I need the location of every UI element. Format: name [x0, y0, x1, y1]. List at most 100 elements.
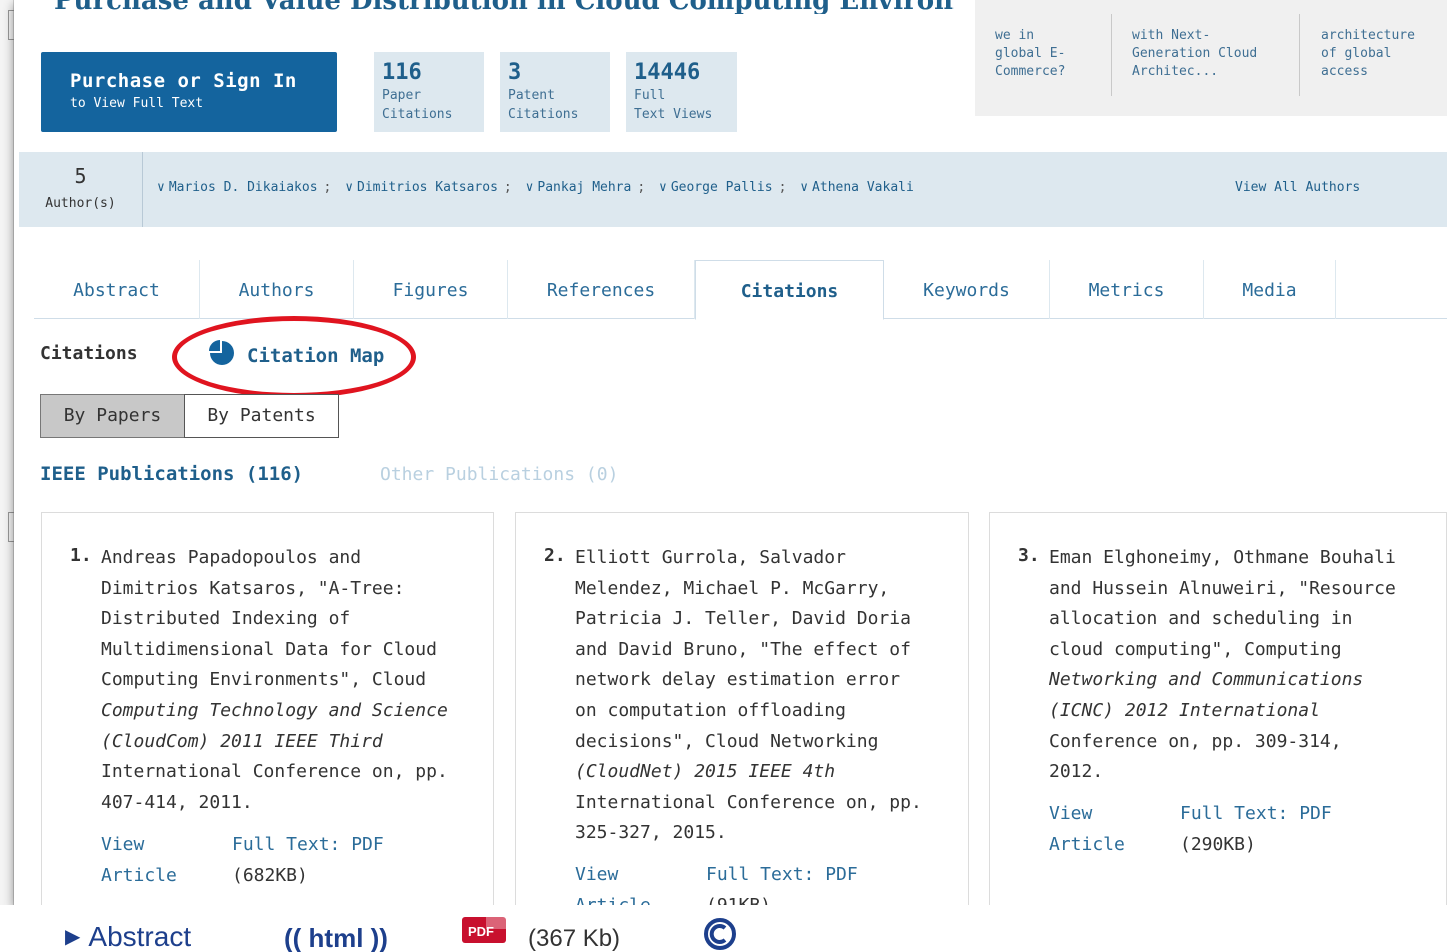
- related-line: global E-: [995, 46, 1066, 61]
- metric-paper-citations[interactable]: 116 Paper Citations: [374, 52, 484, 132]
- citation-line: 2012.: [1049, 761, 1104, 783]
- pdf-size: (290KB): [1180, 833, 1256, 855]
- metric-label: Text Views: [634, 107, 713, 122]
- metric-full-text-views[interactable]: 14446 Full Text Views: [626, 52, 737, 132]
- metric-label: Citations: [382, 107, 453, 122]
- related-line: of global: [1321, 46, 1392, 61]
- full-text-pdf-link[interactable]: Full Text: PDF: [232, 830, 384, 861]
- tab-metrics[interactable]: Metrics: [1050, 260, 1204, 319]
- background-page-strip: ▶ Abstract (( html )) PDF (367 Kb): [0, 905, 1447, 952]
- divider: [1299, 14, 1300, 96]
- author-link[interactable]: Marios D. Dikaiakos: [169, 180, 318, 195]
- metric-patent-citations[interactable]: 3 Patent Citations: [500, 52, 610, 132]
- purchase-button-sublabel: to View Full Text: [70, 96, 204, 111]
- citation-line: Computing Technology and Science: [101, 699, 448, 721]
- citation-line: (CloudCom) 2011 IEEE Third: [101, 730, 383, 752]
- author-list: ∨ Marios D. Dikaiakos; ∨ Dimitrios Katsaro…: [157, 180, 914, 195]
- related-line: with Next-: [1132, 28, 1211, 43]
- view-article-link[interactable]: View Article: [575, 860, 685, 905]
- author-link[interactable]: George Pallis: [671, 180, 773, 195]
- related-line: we in: [995, 28, 1035, 43]
- link-text: Article: [1049, 833, 1125, 855]
- related-line: architecture: [1321, 28, 1415, 43]
- chevron-down-icon: ∨: [345, 180, 354, 195]
- citation-line: International Conference on, pp.: [575, 791, 922, 813]
- related-line: Generation Cloud: [1132, 46, 1258, 61]
- citation-line: Distributed Indexing of: [101, 608, 351, 630]
- authors-bar: 5 Author(s) ∨ Marios D. Dikaiakos; ∨ Dimit…: [19, 152, 1447, 227]
- citation-line: decisions", Cloud Networking: [575, 730, 879, 752]
- citation-line: 407-414, 2011.: [101, 791, 253, 813]
- tab-references[interactable]: References: [508, 260, 695, 319]
- chevron-down-icon: ∨: [800, 180, 809, 195]
- citation-line: Dimitrios Katsaros, "A-Tree:: [101, 577, 405, 599]
- citation-text: Andreas Papadopoulos and Dimitrios Katsa…: [101, 543, 471, 818]
- citation-line: cloud computing", Computing: [1049, 638, 1342, 660]
- pdf-size: (682KB): [232, 864, 308, 886]
- metric-value: 3: [508, 60, 522, 85]
- citation-text: Elliott Gurrola, Salvador Melendez, Mich…: [575, 543, 945, 849]
- citation-number: 3.: [1018, 545, 1040, 566]
- citation-line: Patricia J. Teller, David Doria: [575, 608, 911, 630]
- view-article-link[interactable]: View Article: [101, 830, 211, 891]
- related-line: Commerce?: [995, 64, 1066, 79]
- tab-keywords[interactable]: Keywords: [884, 260, 1050, 319]
- article-title: Purchase and Value Distribution in Cloud…: [54, 0, 954, 14]
- related-line: access: [1321, 64, 1368, 79]
- highlight-annotation: [172, 316, 416, 398]
- citation-line: Computing Environments", Cloud: [101, 669, 427, 691]
- citation-line: network delay estimation error: [575, 669, 901, 691]
- metric-label: Paper: [382, 88, 422, 103]
- citation-line: Melendez, Michael P. McGarry,: [575, 577, 890, 599]
- author-link[interactable]: Pankaj Mehra: [537, 180, 631, 195]
- citation-line: International Conference on, pp.: [101, 761, 448, 783]
- author-count-label: Author(s): [45, 196, 116, 211]
- triangle-right-icon: ▶: [65, 926, 81, 948]
- ieee-publications-tab[interactable]: IEEE Publications (116): [40, 463, 303, 485]
- article-page: Purchase and Value Distribution in Cloud…: [14, 0, 1447, 905]
- metric-label: Patent: [508, 88, 555, 103]
- citation-line: on computation offloading: [575, 699, 846, 721]
- tab-authors[interactable]: Authors: [200, 260, 354, 319]
- author-link[interactable]: Dimitrios Katsaros: [357, 180, 498, 195]
- citation-number: 2.: [544, 545, 566, 566]
- tab-abstract[interactable]: Abstract: [34, 260, 200, 319]
- related-article-link[interactable]: we in global E- Commerce?: [995, 27, 1065, 81]
- related-article-link[interactable]: with Next- Generation Cloud Architec...: [1132, 27, 1257, 81]
- citation-line: Networking and Communications: [1049, 669, 1364, 691]
- view-all-authors-link[interactable]: View All Authors: [1235, 180, 1360, 195]
- link-text: Article: [101, 864, 177, 886]
- citation-card: 1. Andreas Papadopoulos and Dimitrios Ka…: [41, 512, 494, 905]
- link-text: View: [575, 864, 619, 885]
- pdf-icon[interactable]: PDF: [460, 915, 510, 945]
- tab-media[interactable]: Media: [1204, 260, 1336, 319]
- metric-label: Citations: [508, 107, 579, 122]
- full-text-pdf-link[interactable]: Full Text: PDF: [706, 860, 858, 891]
- citation-number: 1.: [70, 545, 92, 566]
- separator: ;: [503, 180, 512, 195]
- separator: ;: [778, 180, 787, 195]
- citations-heading: Citations: [40, 343, 138, 364]
- window-left-edge: [0, 0, 14, 905]
- link-text: View: [101, 834, 145, 855]
- related-line: Architec...: [1132, 64, 1219, 79]
- tab-figures[interactable]: Figures: [354, 260, 508, 319]
- author-link[interactable]: Athena Vakali: [812, 180, 914, 195]
- html-link[interactable]: (( html )): [284, 923, 388, 952]
- copyright-icon[interactable]: [700, 917, 740, 951]
- author-count: 5: [74, 164, 87, 188]
- tab-citations[interactable]: Citations: [695, 260, 884, 320]
- abstract-expand-link[interactable]: ▶ Abstract: [65, 921, 191, 952]
- view-article-link[interactable]: View Article: [1049, 799, 1159, 860]
- other-publications-tab[interactable]: Other Publications (0): [380, 464, 618, 485]
- separator: ;: [637, 180, 646, 195]
- by-patents-toggle[interactable]: By Patents: [184, 394, 339, 438]
- full-text-pdf-link[interactable]: Full Text: PDF: [1180, 799, 1332, 830]
- chevron-down-icon: ∨: [157, 180, 165, 195]
- by-papers-toggle[interactable]: By Papers: [40, 394, 185, 438]
- chevron-down-icon: ∨: [658, 180, 667, 195]
- citation-card: 3. Eman Elghoneimy, Othmane Bouhali and …: [989, 512, 1447, 905]
- citation-line: Andreas Papadopoulos and: [101, 547, 362, 568]
- purchase-sign-in-button[interactable]: Purchase or Sign In to View Full Text: [41, 52, 337, 132]
- related-article-link[interactable]: architecture of global access: [1321, 27, 1415, 81]
